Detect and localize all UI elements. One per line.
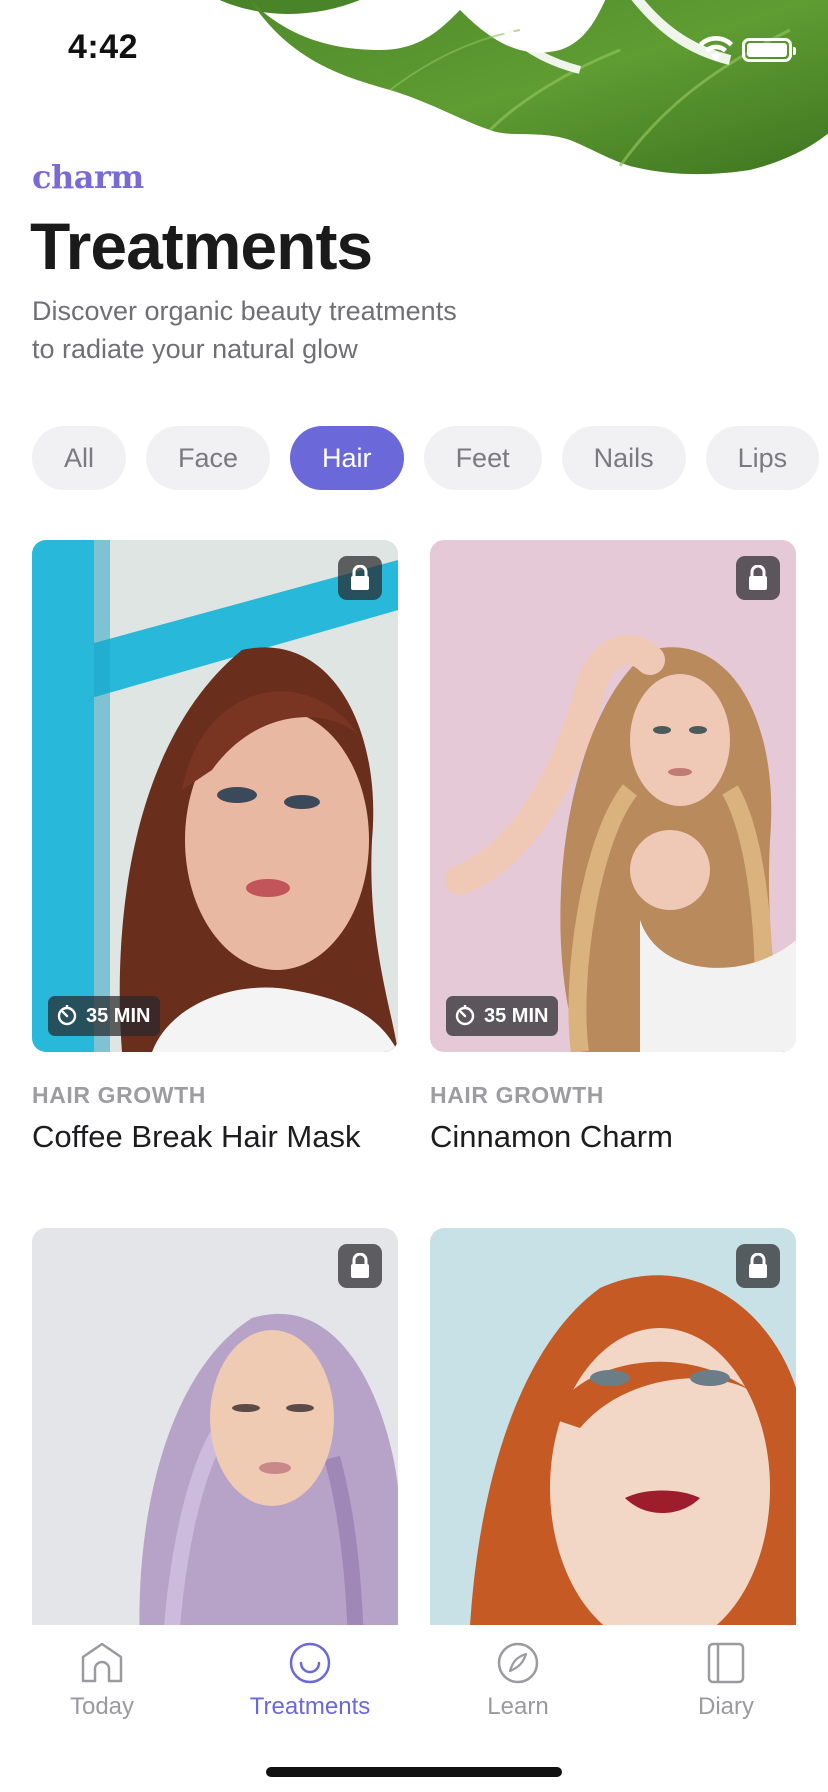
timer-icon	[57, 1004, 77, 1025]
page-title: Treatments	[30, 209, 373, 283]
card-category: HAIR GROWTH	[32, 1082, 206, 1108]
treatment-card[interactable]: 35 MIN HAIR GROWTH Cinnamon Charm	[430, 540, 796, 1155]
category-filter-bar: All Face Hair Feet Nails Lips	[32, 426, 828, 492]
status-time: 4:42	[68, 28, 139, 66]
tab-bar: Today Treatments Learn Diary	[0, 1625, 828, 1792]
duration-label: 35 MIN	[484, 1005, 549, 1027]
lock-icon	[351, 565, 369, 590]
chip-face[interactable]: Face	[146, 426, 271, 490]
treatment-card[interactable]: 35 MIN HAIR GROWTH Coffee Break Hair Mas…	[32, 540, 398, 1155]
status-bar: 4:42	[0, 0, 828, 100]
smile-icon	[289, 1642, 331, 1684]
lock-icon	[749, 565, 767, 590]
tab-today[interactable]: Today	[22, 1641, 182, 1721]
home-icon	[81, 1642, 123, 1683]
tab-label: Diary	[697, 1693, 754, 1720]
tab-label: Today	[69, 1693, 135, 1720]
portrait-photo	[430, 540, 796, 1052]
home-indicator[interactable]	[266, 1767, 562, 1777]
tab-learn[interactable]: Learn	[438, 1641, 598, 1721]
chip-hair[interactable]: Hair	[290, 426, 404, 490]
compass-icon	[497, 1642, 539, 1684]
lock-icon	[351, 1253, 369, 1278]
tab-treatments[interactable]: Treatments	[230, 1641, 390, 1721]
card-title[interactable]: Cinnamon Charm	[430, 1119, 796, 1155]
duration-badge: 35 MIN	[446, 996, 559, 1036]
brand-logo: charm	[32, 158, 144, 196]
duration-label: 35 MIN	[86, 1005, 151, 1027]
lock-badge	[338, 556, 382, 600]
card-photo[interactable]: 35 MIN	[430, 540, 796, 1052]
tab-diary[interactable]: Diary	[646, 1641, 806, 1721]
card-title[interactable]: Coffee Break Hair Mask	[32, 1119, 398, 1155]
subtitle-line-2: to radiate your natural glow	[32, 334, 358, 364]
lock-badge	[338, 1244, 382, 1288]
chip-all[interactable]: All	[32, 426, 127, 490]
duration-badge: 35 MIN	[48, 996, 161, 1036]
chip-nails[interactable]: Nails	[561, 426, 686, 490]
tab-label: Learn	[487, 1693, 549, 1720]
battery-icon	[742, 38, 796, 62]
tab-label: Treatments	[249, 1693, 371, 1720]
timer-icon	[455, 1004, 475, 1025]
subtitle-line-1: Discover organic beauty treatments	[32, 296, 457, 326]
book-icon	[707, 1642, 745, 1684]
wifi-icon	[699, 35, 733, 61]
portrait-photo	[32, 540, 398, 1052]
page-subtitle: Discover organic beauty treatments to ra…	[32, 292, 592, 368]
lock-badge	[736, 556, 780, 600]
card-category: HAIR GROWTH	[430, 1082, 604, 1108]
lock-icon	[749, 1253, 767, 1278]
chip-lips[interactable]: Lips	[705, 426, 820, 490]
lock-badge	[736, 1244, 780, 1288]
card-photo[interactable]: 35 MIN	[32, 540, 398, 1052]
chip-feet[interactable]: Feet	[423, 426, 542, 490]
